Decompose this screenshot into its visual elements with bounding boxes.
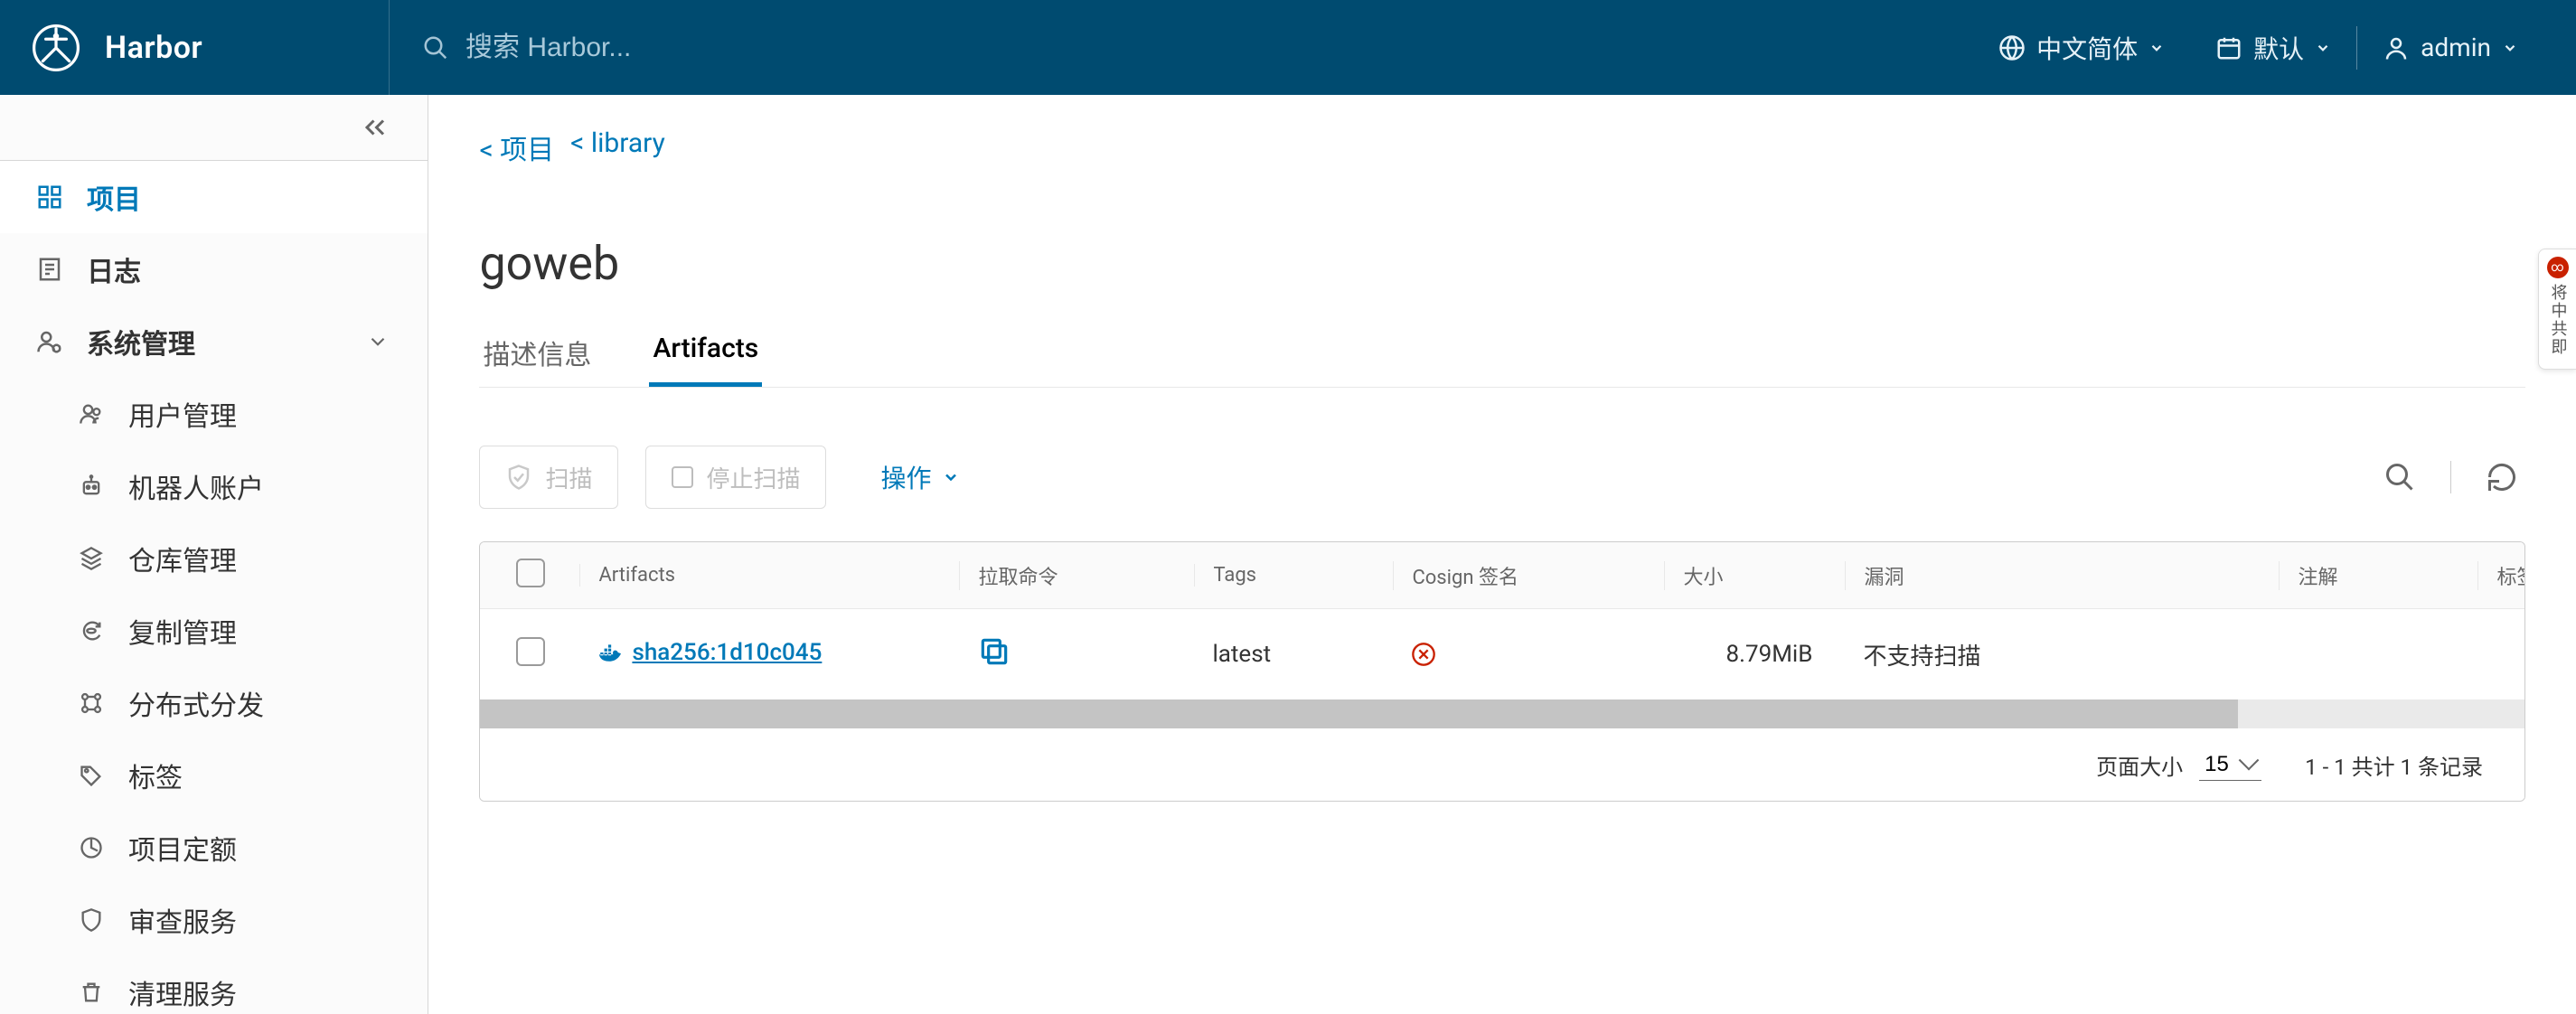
horizontal-scrollbar[interactable] xyxy=(480,699,2524,728)
col-labels[interactable]: 标签 xyxy=(2477,561,2525,590)
sidebar-item-admin[interactable]: 系统管理 xyxy=(0,305,428,378)
page-size-select[interactable]: 15 xyxy=(2199,748,2261,781)
brand-name: Harbor xyxy=(105,30,202,66)
user-menu[interactable]: admin xyxy=(2357,0,2543,95)
sidebar-item-label: 审查服务 xyxy=(128,900,237,940)
col-annotations[interactable]: 注解 xyxy=(2279,561,2477,590)
sidebar-item-label: 日志 xyxy=(87,249,141,289)
cosign-unsigned-icon xyxy=(1411,642,1664,667)
update-badge-icon: ∞ xyxy=(2547,257,2569,278)
chevron-down-icon xyxy=(2315,40,2331,56)
col-pull-cmd[interactable]: 拉取命令 xyxy=(959,561,1194,590)
tag-icon xyxy=(74,758,108,793)
theme-switch[interactable]: 默认 xyxy=(2190,0,2356,95)
gc-icon xyxy=(74,975,108,1009)
page-summary: 1 - 1 共计 1 条记录 xyxy=(2305,749,2483,781)
registry-icon xyxy=(74,541,108,576)
robot-icon xyxy=(74,469,108,503)
cell-size: 8.79MiB xyxy=(1664,641,1845,668)
user-label: admin xyxy=(2421,33,2491,62)
sidebar-item-gc[interactable]: 清理服务 xyxy=(0,956,428,1014)
copy-pull-cmd-icon[interactable] xyxy=(977,634,1011,669)
sidebar-item-label: 分布式分发 xyxy=(128,683,264,723)
checkbox-icon xyxy=(672,466,693,488)
chevron-down-icon xyxy=(2502,40,2518,56)
refresh-icon[interactable] xyxy=(2478,454,2525,501)
sidebar-item-label: 清理服务 xyxy=(128,972,237,1012)
sidebar-item-users[interactable]: 用户管理 xyxy=(0,378,428,450)
admin-icon xyxy=(33,324,67,359)
col-cosign[interactable]: Cosign 签名 xyxy=(1393,561,1664,590)
logs-icon xyxy=(33,252,67,286)
search-icon xyxy=(422,34,449,61)
select-all-checkbox[interactable] xyxy=(516,559,545,587)
sidebar-item-label: 复制管理 xyxy=(128,611,237,651)
scan-button[interactable]: 扫描 xyxy=(479,446,618,509)
row-checkbox[interactable] xyxy=(516,637,545,666)
breadcrumb: < 项目 < library xyxy=(479,127,2525,167)
globe-icon xyxy=(1998,34,2026,61)
sidebar-item-distribution[interactable]: 分布式分发 xyxy=(0,667,428,739)
user-icon xyxy=(2383,34,2410,61)
sidebar-item-tag[interactable]: 标签 xyxy=(0,739,428,812)
users-icon xyxy=(74,397,108,431)
actions-label: 操作 xyxy=(880,459,931,495)
page-title: goweb xyxy=(479,236,2525,291)
sidebar-item-logs[interactable]: 日志 xyxy=(0,233,428,305)
cell-tags: latest xyxy=(1194,641,1393,668)
sidebar-item-replication[interactable]: 复制管理 xyxy=(0,595,428,667)
sidebar-item-label: 机器人账户 xyxy=(128,466,264,506)
stop-scan-button-label: 停止扫描 xyxy=(706,461,800,494)
sidebar-item-projects[interactable]: 项目 xyxy=(0,161,428,233)
col-artifacts[interactable]: Artifacts xyxy=(579,564,959,587)
language-switch[interactable]: 中文简体 xyxy=(1973,0,2190,95)
stop-scan-button[interactable]: 停止扫描 xyxy=(645,446,826,509)
col-vulns[interactable]: 漏洞 xyxy=(1845,561,2279,590)
sidebar-item-label: 项目 xyxy=(87,177,141,217)
sidebar-item-label: 系统管理 xyxy=(87,322,195,361)
tab-info[interactable]: 描述信息 xyxy=(479,333,595,387)
replication-icon xyxy=(74,614,108,648)
page-size-label: 页面大小 xyxy=(2096,749,2183,781)
harbor-logo-icon xyxy=(33,24,80,71)
col-tags[interactable]: Tags xyxy=(1194,564,1393,587)
search-input[interactable] xyxy=(464,32,1006,64)
projects-icon xyxy=(33,180,67,214)
docker-icon xyxy=(597,641,621,664)
language-label: 中文简体 xyxy=(2036,30,2138,66)
shield-icon xyxy=(505,464,532,491)
chevron-down-icon xyxy=(942,468,960,486)
artifact-digest-link[interactable]: sha256:1d10c045 xyxy=(597,639,822,666)
sidebar-item-interrogation[interactable]: 审查服务 xyxy=(0,884,428,956)
chevron-down-icon xyxy=(366,330,390,353)
tab-artifacts[interactable]: Artifacts xyxy=(649,333,762,387)
sidebar-item-label: 仓库管理 xyxy=(128,539,237,578)
sidebar-item-registry[interactable]: 仓库管理 xyxy=(0,522,428,595)
sidebar-item-label: 标签 xyxy=(128,756,183,795)
sidebar-item-label: 项目定额 xyxy=(128,828,237,868)
actions-dropdown[interactable]: 操作 xyxy=(880,459,960,495)
filter-search-icon[interactable] xyxy=(2376,454,2423,501)
breadcrumb-projects[interactable]: < 项目 xyxy=(479,127,554,167)
distribution-icon xyxy=(74,686,108,720)
chevron-down-icon xyxy=(2148,40,2165,56)
scan-button-label: 扫描 xyxy=(545,461,592,494)
theme-label: 默认 xyxy=(2253,30,2304,66)
breadcrumb-library[interactable]: < library xyxy=(570,127,665,167)
update-flyout-tab[interactable]: ∞ 将中共即 xyxy=(2538,249,2576,370)
quota-icon xyxy=(74,831,108,865)
calendar-icon xyxy=(2215,34,2242,61)
interrogation-icon xyxy=(74,903,108,937)
update-flyout-text: 将中共即 xyxy=(2549,284,2567,356)
collapse-sidebar-icon[interactable] xyxy=(359,111,391,144)
sidebar-item-label: 用户管理 xyxy=(128,394,237,434)
sidebar-item-robot[interactable]: 机器人账户 xyxy=(0,450,428,522)
sidebar-item-quota[interactable]: 项目定额 xyxy=(0,812,428,884)
table-row: sha256:1d10c045 latest xyxy=(480,609,2524,699)
col-size[interactable]: 大小 xyxy=(1664,561,1845,590)
cell-vulns: 不支持扫描 xyxy=(1845,638,2279,671)
